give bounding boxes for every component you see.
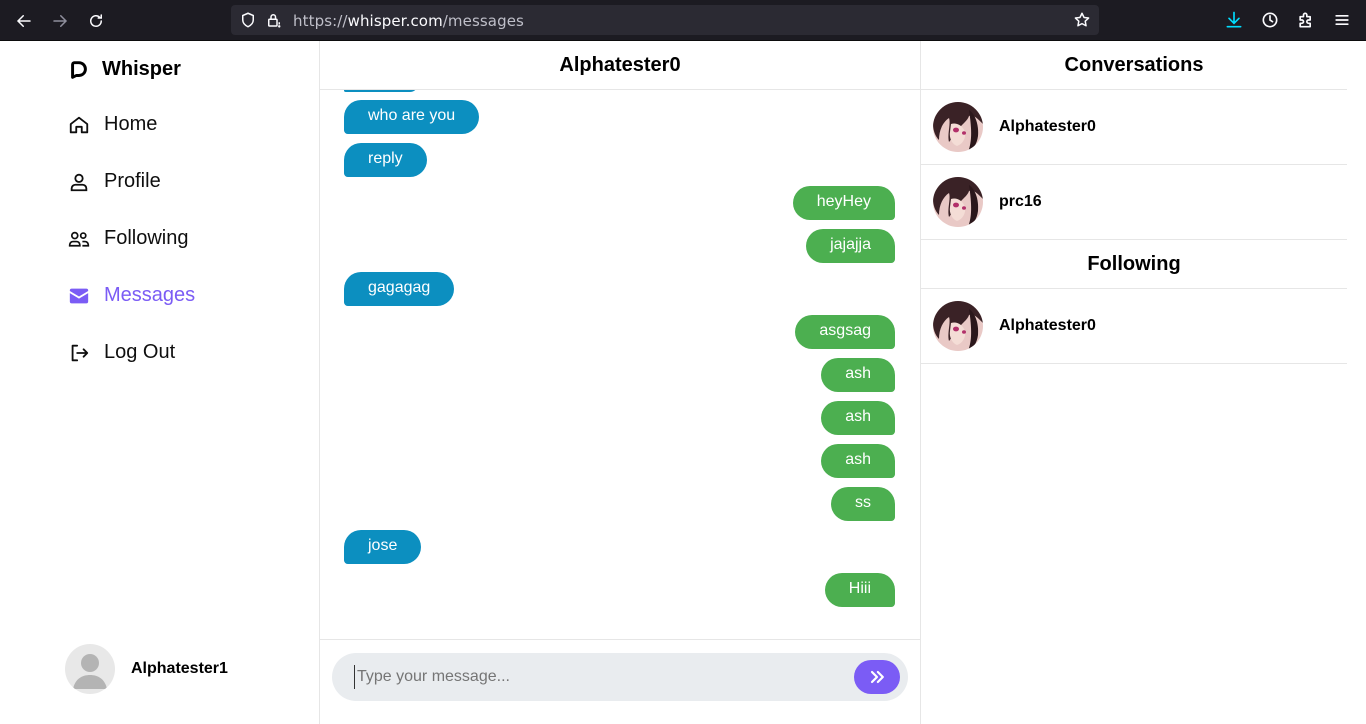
avatar bbox=[65, 644, 115, 694]
url-scheme: https:// bbox=[293, 12, 348, 30]
message-bubble-partial bbox=[344, 90, 418, 92]
forward-button[interactable] bbox=[47, 8, 73, 34]
message-bubble-incoming: jose bbox=[344, 530, 422, 564]
lock-icon[interactable] bbox=[265, 11, 283, 29]
message-bubble-outgoing: jajajja bbox=[806, 229, 895, 263]
sidebar-item-logout[interactable]: Log Out bbox=[68, 341, 175, 364]
anime-avatar-icon bbox=[933, 102, 983, 152]
logout-icon bbox=[71, 344, 89, 361]
reload-button[interactable] bbox=[83, 8, 109, 34]
default-avatar-icon bbox=[73, 654, 107, 689]
following-name: Alphatester0 bbox=[999, 317, 1096, 334]
message-bubble-incoming: gagagag bbox=[344, 272, 455, 306]
shield-icon[interactable] bbox=[239, 11, 257, 29]
sidebar-item-following[interactable]: Following bbox=[68, 227, 188, 250]
brand[interactable]: Whisper bbox=[68, 58, 181, 81]
brand-name: Whisper bbox=[102, 58, 181, 80]
composer bbox=[320, 639, 920, 724]
message-bubble-outgoing: Hiii bbox=[824, 573, 895, 607]
history-icon[interactable] bbox=[1260, 10, 1280, 30]
sidebar-item-label: Following bbox=[104, 227, 189, 249]
arrow-left-icon bbox=[16, 15, 31, 27]
sidebar-item-profile[interactable]: Profile bbox=[68, 170, 161, 193]
conversations-title: Conversations bbox=[921, 41, 1347, 90]
message-bubble-incoming: reply bbox=[344, 143, 427, 177]
current-user[interactable]: Alphatester1 bbox=[65, 644, 228, 694]
menu-icon[interactable] bbox=[1332, 10, 1352, 30]
message-input[interactable] bbox=[354, 665, 834, 689]
conversation-item[interactable]: prc16 bbox=[921, 165, 1347, 240]
url-path: /messages bbox=[442, 12, 524, 30]
anime-avatar-icon bbox=[933, 177, 983, 227]
left-sidebar: Whisper Home Profile Following Messages … bbox=[0, 41, 320, 724]
conversation-item[interactable]: Alphatester0 bbox=[921, 90, 1347, 165]
whisper-logo-icon bbox=[71, 60, 87, 79]
chat-title: Alphatester0 bbox=[320, 41, 920, 90]
home-icon bbox=[69, 116, 89, 133]
message-list[interactable]: who are you reply heyHey jajajja gagagag… bbox=[320, 90, 920, 639]
avatar bbox=[933, 177, 983, 227]
message-bubble-outgoing: ss bbox=[831, 487, 895, 521]
sidebar-item-home[interactable]: Home bbox=[68, 113, 157, 136]
double-chevron-right-icon bbox=[870, 670, 884, 684]
message-bubble-outgoing: asgsag bbox=[795, 315, 895, 349]
envelope-icon bbox=[69, 288, 89, 303]
avatar bbox=[933, 301, 983, 351]
reload-icon bbox=[90, 14, 102, 27]
following-item[interactable]: Alphatester0 bbox=[921, 289, 1347, 364]
following-title: Following bbox=[921, 240, 1347, 289]
conversation-name: Alphatester0 bbox=[999, 118, 1096, 135]
address-bar[interactable]: https://whisper.com/messages bbox=[231, 5, 1099, 35]
sidebar-item-label: Profile bbox=[104, 170, 161, 192]
right-panel: Conversations Alphatester0 prc16 Followi… bbox=[921, 41, 1347, 724]
message-bubble-incoming: who are you bbox=[344, 100, 480, 134]
sidebar-item-label: Log Out bbox=[104, 341, 176, 363]
avatar bbox=[933, 102, 983, 152]
anime-avatar-icon bbox=[933, 301, 983, 351]
user-icon bbox=[70, 173, 88, 191]
message-bubble-outgoing: heyHey bbox=[792, 186, 895, 220]
url-text[interactable]: https://whisper.com/messages bbox=[293, 12, 524, 30]
chat-panel: Alphatester0 who are you reply heyHey ja… bbox=[320, 41, 921, 724]
message-input-wrapper bbox=[332, 653, 908, 701]
star-icon[interactable] bbox=[1073, 11, 1091, 29]
users-icon bbox=[68, 231, 90, 247]
message-bubble-outgoing: ash bbox=[821, 358, 895, 392]
back-button[interactable] bbox=[11, 8, 37, 34]
sidebar-item-label: Messages bbox=[104, 284, 196, 306]
browser-toolbar: https://whisper.com/messages bbox=[0, 0, 1366, 41]
downloads-icon[interactable] bbox=[1224, 10, 1244, 30]
url-host: whisper.com bbox=[347, 12, 443, 30]
extensions-icon[interactable] bbox=[1296, 10, 1316, 30]
message-bubble-outgoing: ash bbox=[821, 401, 895, 435]
arrow-right-icon bbox=[53, 15, 68, 27]
sidebar-item-messages[interactable]: Messages bbox=[68, 284, 195, 307]
message-bubble-outgoing: ash bbox=[821, 444, 895, 478]
conversation-name: prc16 bbox=[999, 193, 1042, 210]
current-user-name: Alphatester1 bbox=[131, 660, 228, 677]
send-button[interactable] bbox=[854, 660, 900, 694]
sidebar-item-label: Home bbox=[104, 113, 158, 135]
